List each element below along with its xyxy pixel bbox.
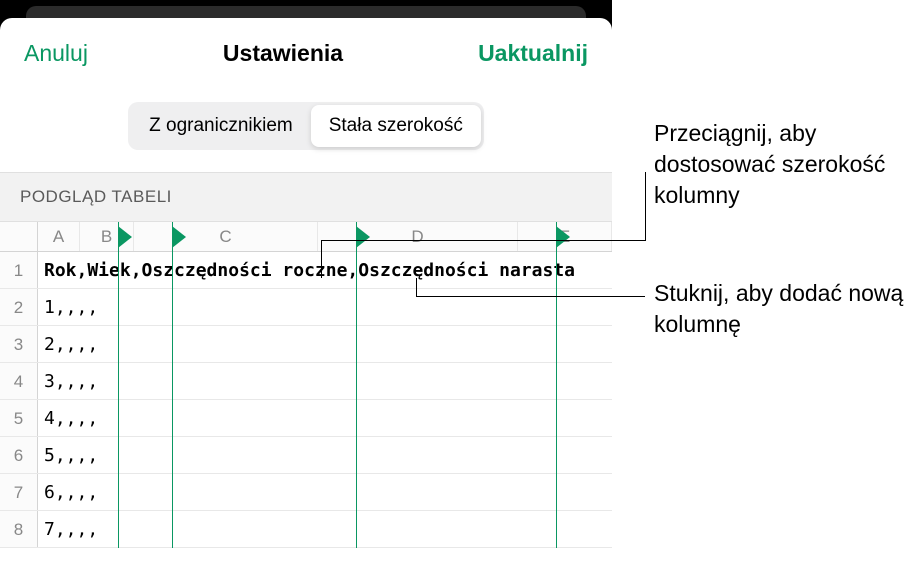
data-cell: 3,,,, <box>38 363 104 399</box>
background-sheet <box>26 6 586 18</box>
callout-line <box>416 278 417 296</box>
row-number: 3 <box>0 326 38 362</box>
table-row: 54,,,, <box>0 400 612 437</box>
segmented-control[interactable]: Z ogranicznikiem Stała szerokość <box>128 102 484 150</box>
cancel-button[interactable]: Anuluj <box>24 40 88 67</box>
row-number: 1 <box>0 252 38 288</box>
callout-tap: Stuknij, aby dodać nową kolumnę <box>654 278 916 340</box>
column-header[interactable]: C <box>134 222 318 251</box>
table-row: 32,,,, <box>0 326 612 363</box>
background-sheets <box>0 0 612 18</box>
row-number: 4 <box>0 363 38 399</box>
table-row: 87,,,, <box>0 511 612 548</box>
corner-spacer <box>0 222 38 251</box>
data-cell: 4,,,, <box>38 400 104 436</box>
data-cell: Rok,Wiek,Oszczędności roczne,Oszczędnośc… <box>38 252 581 288</box>
column-divider[interactable] <box>172 222 173 548</box>
data-cell: 2,,,, <box>38 326 104 362</box>
row-number: 5 <box>0 400 38 436</box>
column-handle-icon[interactable] <box>556 226 570 248</box>
modal-title: Ustawienia <box>223 40 343 67</box>
segment-fixed-width[interactable]: Stała szerokość <box>311 105 481 147</box>
callout-line <box>321 240 645 241</box>
column-handle-icon[interactable] <box>356 226 370 248</box>
column-divider[interactable] <box>356 222 357 548</box>
import-settings-modal: Anuluj Ustawienia Uaktualnij Z ograniczn… <box>0 18 612 582</box>
segment-delimited[interactable]: Z ogranicznikiem <box>131 105 311 147</box>
section-label: PODGLĄD TABELI <box>0 172 612 222</box>
update-button[interactable]: Uaktualnij <box>478 40 588 67</box>
row-number: 8 <box>0 511 38 547</box>
callout-line <box>645 172 646 241</box>
column-handle-icon[interactable] <box>172 226 186 248</box>
data-cell: 1,,,, <box>38 289 104 325</box>
data-cell: 7,,,, <box>38 511 104 547</box>
column-header[interactable]: D <box>318 222 518 251</box>
data-cell: 5,,,, <box>38 437 104 473</box>
callout-line <box>416 296 645 297</box>
table-row: 65,,,, <box>0 437 612 474</box>
row-number: 7 <box>0 474 38 510</box>
row-number: 6 <box>0 437 38 473</box>
column-divider[interactable] <box>556 222 557 548</box>
data-cell: 6,,,, <box>38 474 104 510</box>
table-row: 21,,,, <box>0 289 612 326</box>
table-row: 76,,,, <box>0 474 612 511</box>
table-row: 43,,,, <box>0 363 612 400</box>
column-header-row: ABCDE <box>0 222 612 252</box>
column-handle-icon[interactable] <box>118 226 132 248</box>
table-row: 1Rok,Wiek,Oszczędności roczne,Oszczędnoś… <box>0 252 612 289</box>
column-divider[interactable] <box>118 222 119 548</box>
app-frame: Anuluj Ustawienia Uaktualnij Z ograniczn… <box>0 0 612 582</box>
row-number: 2 <box>0 289 38 325</box>
segmented-control-wrap: Z ogranicznikiem Stała szerokość <box>0 88 612 172</box>
column-header[interactable]: A <box>38 222 80 251</box>
modal-header: Anuluj Ustawienia Uaktualnij <box>0 18 612 88</box>
table-preview[interactable]: ABCDE 1Rok,Wiek,Oszczędności roczne,Oszc… <box>0 222 612 548</box>
callout-drag: Przeciągnij, aby dostosować szerokość ko… <box>654 118 916 211</box>
callout-line <box>321 240 322 278</box>
